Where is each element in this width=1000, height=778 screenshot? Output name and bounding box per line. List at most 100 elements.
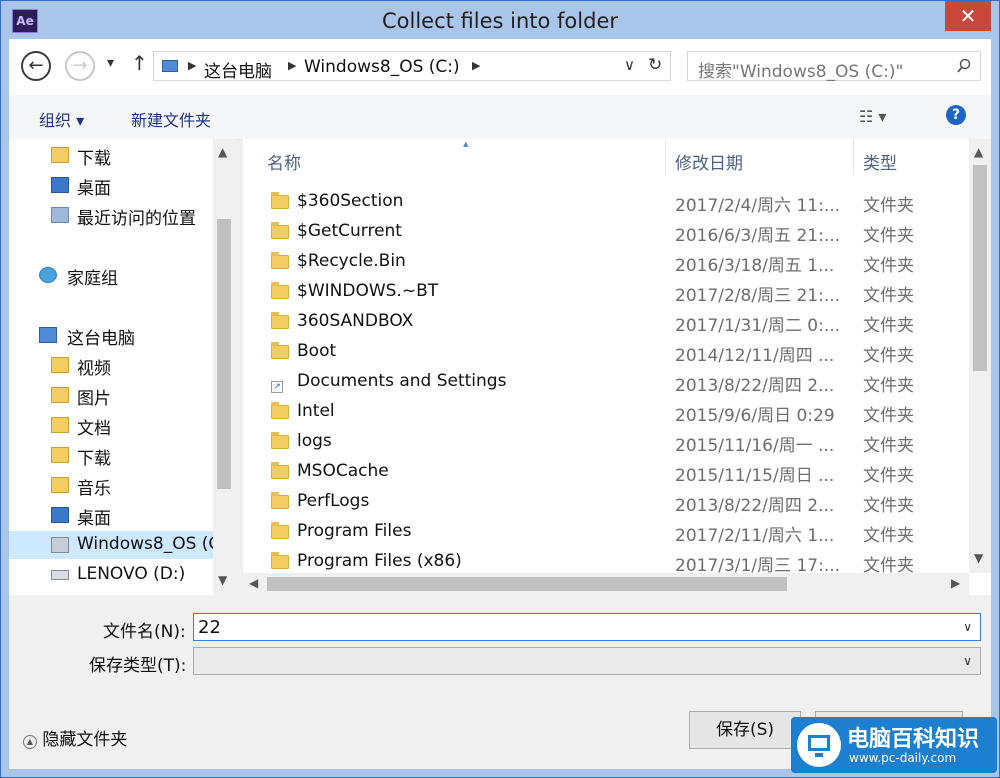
scroll-left-arrow-icon[interactable]: ◀	[249, 576, 258, 590]
filename-input[interactable]: 22 ∨	[193, 613, 981, 641]
address-dropdown-button[interactable]: ∨	[624, 56, 635, 74]
view-options-button[interactable]: ☷ ▾	[859, 107, 886, 126]
nav-item-documents[interactable]: 文档	[9, 411, 215, 439]
scroll-down-arrow-icon[interactable]: ▼	[974, 551, 983, 565]
column-header-date[interactable]: 修改日期	[675, 149, 743, 174]
folder-icon	[271, 252, 289, 269]
filename-label: 文件名(N):	[103, 622, 186, 642]
address-bar[interactable]: ▶ 这台电脑 ▶ Windows8_OS (C:) ▶ ∨ ↻	[153, 51, 671, 82]
nav-item-this-pc[interactable]: 这台电脑	[9, 321, 215, 349]
nav-item-recent-places[interactable]: 最近访问的位置	[9, 201, 215, 229]
file-name: $WINDOWS.~BT	[297, 281, 439, 301]
nav-item-label: 下载	[77, 449, 111, 469]
nav-item-label: 音乐	[77, 479, 111, 499]
nav-item-pictures[interactable]: 图片	[9, 381, 215, 409]
file-row[interactable]: $GetCurrent 2016/6/3/周五 21:... 文件夹	[243, 217, 963, 247]
recent-locations-dropdown[interactable]: ▾	[107, 55, 114, 71]
nav-item-videos[interactable]: 视频	[9, 351, 215, 379]
file-row[interactable]: ↗ Documents and Settings 2013/8/22/周四 2...…	[243, 367, 963, 397]
watermark-url: www.pc-daily.com	[849, 751, 957, 765]
search-input[interactable]: 搜索"Windows8_OS (C:)"	[687, 51, 981, 82]
videos-folder-icon	[51, 357, 69, 373]
organize-menu[interactable]: 组织 ▾	[39, 107, 84, 131]
collapse-up-icon: ▲	[23, 735, 37, 749]
column-divider[interactable]	[665, 139, 666, 175]
documents-folder-icon	[51, 417, 69, 433]
scroll-up-arrow-icon[interactable]: ▲	[974, 145, 983, 159]
file-list-horizontal-scrollbar[interactable]: ◀ ▶	[243, 573, 969, 595]
navigation-pane[interactable]: 下载 桌面 最近访问的位置 家庭组 这台电脑 视频 图片 文档 下载 音乐 桌面…	[9, 139, 235, 595]
file-type: 文件夹	[863, 316, 914, 336]
search-icon[interactable]	[956, 58, 972, 74]
chevron-right-icon: ▶	[188, 59, 197, 72]
hide-folders-label: 隐藏文件夹	[42, 730, 128, 750]
file-row[interactable]: Program Files 2017/2/11/周六 1... 文件夹	[243, 517, 963, 547]
folder-icon	[271, 552, 289, 569]
file-name: MSOCache	[297, 461, 389, 481]
file-row[interactable]: PerfLogs 2013/8/22/周四 2... 文件夹	[243, 487, 963, 517]
nav-item-homegroup[interactable]: 家庭组	[9, 261, 215, 289]
file-type: 文件夹	[863, 196, 914, 216]
file-type: 文件夹	[863, 346, 914, 366]
music-folder-icon	[51, 477, 69, 493]
chevron-down-icon[interactable]: ∨	[963, 620, 972, 634]
nav-item-music[interactable]: 音乐	[9, 471, 215, 499]
help-icon[interactable]: ?	[946, 105, 966, 125]
file-date: 2017/1/31/周二 0:...	[675, 316, 841, 336]
file-name: PerfLogs	[297, 491, 370, 511]
hide-folders-toggle[interactable]: ▲ 隐藏文件夹	[23, 725, 127, 750]
filetype-select[interactable]: ∨	[193, 647, 981, 675]
forward-button[interactable]: →	[65, 51, 95, 81]
drive-icon	[51, 537, 69, 553]
file-name: logs	[297, 431, 332, 451]
file-type: 文件夹	[863, 286, 914, 306]
file-list-pane[interactable]: ▴ 名称 修改日期 类型 $360Section 2017/2/4/周六 11:.…	[243, 139, 991, 595]
scroll-thumb[interactable]	[217, 219, 231, 489]
refresh-button[interactable]: ↻	[648, 55, 662, 75]
close-button[interactable]: ✕	[945, 1, 991, 31]
folder-icon	[271, 402, 289, 419]
scroll-right-arrow-icon[interactable]: ▶	[951, 576, 960, 590]
nav-item-desktop-pc[interactable]: 桌面	[9, 501, 215, 529]
column-header-type[interactable]: 类型	[863, 149, 897, 174]
file-row[interactable]: $Recycle.Bin 2016/3/18/周五 1... 文件夹	[243, 247, 963, 277]
column-header-name[interactable]: 名称	[267, 149, 301, 174]
file-row[interactable]: MSOCache 2015/11/15/周日 ... 文件夹	[243, 457, 963, 487]
nav-pane-scrollbar[interactable]: ▲ ▼	[213, 139, 235, 595]
nav-item-desktop[interactable]: 桌面	[9, 171, 215, 199]
command-toolbar: 组织 ▾ 新建文件夹 ☷ ▾ ?	[9, 95, 991, 140]
file-row[interactable]: Intel 2015/9/6/周日 0:29 文件夹	[243, 397, 963, 427]
up-button[interactable]: ↑	[131, 51, 148, 75]
breadcrumb-this-pc[interactable]: 这台电脑	[204, 57, 272, 82]
chevron-right-icon: ▶	[472, 59, 481, 72]
save-button[interactable]: 保存(S)	[689, 711, 801, 749]
nav-item-label: 最近访问的位置	[77, 209, 196, 229]
monitor-stand	[815, 753, 823, 757]
file-name: 360SANDBOX	[297, 311, 414, 331]
title-bar[interactable]: Ae Collect files into folder ✕	[1, 1, 999, 39]
file-list-vertical-scrollbar[interactable]: ▲ ▼	[969, 139, 991, 573]
chevron-right-icon: ▶	[288, 59, 297, 72]
file-date: 2013/8/22/周四 2...	[675, 376, 835, 396]
scroll-down-arrow-icon[interactable]: ▼	[218, 573, 227, 587]
chevron-down-icon[interactable]: ∨	[963, 654, 972, 668]
nav-item-drive-c[interactable]: Windows8_OS (C:)	[9, 531, 215, 559]
file-row[interactable]: 360SANDBOX 2017/1/31/周二 0:... 文件夹	[243, 307, 963, 337]
sort-ascending-icon: ▴	[463, 139, 469, 150]
scroll-thumb[interactable]	[973, 165, 987, 371]
column-divider[interactable]	[853, 139, 854, 175]
file-row[interactable]: $WINDOWS.~BT 2017/2/8/周三 21:... 文件夹	[243, 277, 963, 307]
new-folder-button[interactable]: 新建文件夹	[131, 107, 211, 131]
nav-item-drive-d[interactable]: LENOVO (D:)	[9, 561, 215, 589]
scroll-up-arrow-icon[interactable]: ▲	[218, 145, 227, 159]
file-date: 2016/6/3/周五 21:...	[675, 226, 841, 246]
file-row[interactable]: logs 2015/11/16/周一 ... 文件夹	[243, 427, 963, 457]
file-row[interactable]: Boot 2014/12/11/周四 ... 文件夹	[243, 337, 963, 367]
scroll-thumb[interactable]	[267, 577, 787, 591]
nav-item-downloads[interactable]: 下载	[9, 141, 215, 169]
this-pc-icon	[39, 327, 57, 343]
breadcrumb-drive-c[interactable]: Windows8_OS (C:)	[304, 57, 460, 77]
back-button[interactable]: ←	[21, 51, 51, 81]
nav-item-downloads-pc[interactable]: 下载	[9, 441, 215, 469]
file-row[interactable]: $360Section 2017/2/4/周六 11:... 文件夹	[243, 187, 963, 217]
